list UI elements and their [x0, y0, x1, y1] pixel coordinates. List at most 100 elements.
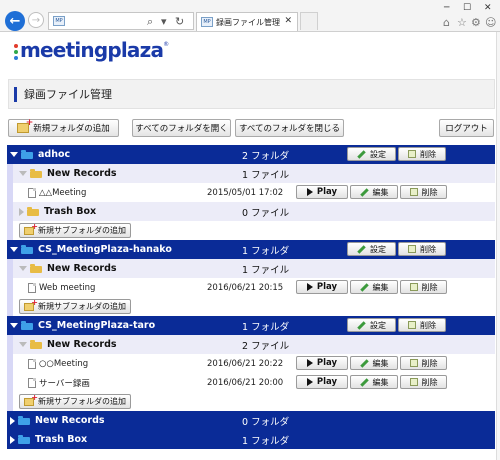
settings-gear-icon[interactable]: ⚙ — [471, 16, 481, 29]
play-button[interactable]: Play — [296, 356, 348, 370]
forward-button[interactable]: → — [28, 12, 44, 28]
subfolder-count: 1 ファイル — [242, 169, 290, 181]
add-subfolder-button[interactable]: 新規サブフォルダの追加 — [19, 393, 131, 409]
new-tab-button[interactable] — [300, 12, 318, 30]
play-icon — [306, 188, 313, 196]
file-icon — [28, 187, 36, 198]
add-subfolder-label: 新規サブフォルダの追加 — [38, 302, 126, 311]
add-subfolder-icon — [24, 393, 38, 406]
folder-delete-button[interactable]: 削除 — [398, 147, 446, 161]
trash-icon — [408, 245, 416, 253]
pencil-icon — [357, 320, 366, 330]
subfolder-toggle-icon[interactable] — [19, 207, 24, 216]
logout-button[interactable]: ログアウト — [439, 119, 494, 137]
edit-button[interactable]: 編集 — [350, 375, 398, 389]
play-button[interactable]: Play — [296, 280, 348, 294]
trash-icon — [409, 283, 418, 291]
folder-row[interactable]: CS_MeetingPlaza-taro 1 フォルダ 設定 削除 — [7, 316, 495, 335]
file-delete-button[interactable]: 削除 — [400, 185, 447, 199]
folder-settings-button[interactable]: 設定 — [347, 318, 396, 332]
collapse-arrow-icon[interactable] — [10, 323, 18, 328]
play-button[interactable]: Play — [296, 185, 348, 199]
play-button[interactable]: Play — [296, 375, 348, 389]
address-bar[interactable]: MP ⌕ ▾ ↻ — [48, 12, 194, 30]
subfolder-name: New Records — [47, 339, 117, 350]
add-subfolder-button[interactable]: 新規サブフォルダの追加 — [19, 298, 131, 314]
subfolder-toggle-icon[interactable] — [19, 342, 27, 347]
file-date: 2016/06/21 20:15 — [207, 282, 284, 293]
add-folder-label: 新規フォルダの追加 — [33, 124, 110, 134]
header-accent-bar — [14, 86, 17, 102]
add-subfolder-button[interactable]: 新規サブフォルダの追加 — [19, 222, 131, 238]
folder-row[interactable]: New Records 0 フォルダ — [7, 411, 495, 430]
add-subfolder-icon — [24, 298, 38, 311]
expand-arrow-icon[interactable] — [10, 435, 15, 444]
subfolder-icon — [27, 207, 39, 216]
file-delete-button-label: 削除 — [421, 282, 438, 292]
file-icon — [28, 377, 36, 388]
refresh-icon[interactable]: ↻ — [175, 15, 184, 28]
edit-button[interactable]: 編集 — [350, 185, 398, 199]
folder-settings-button[interactable]: 設定 — [347, 147, 396, 161]
folder-delete-button[interactable]: 削除 — [398, 242, 446, 256]
play-button-label: Play — [316, 187, 338, 197]
file-row[interactable]: Web meeting 2016/06/21 20:15 Play 編集 削除 — [7, 278, 495, 297]
subfolder-toggle-icon[interactable] — [19, 171, 27, 176]
browser-tab[interactable]: MP 録画ファイル管理 ✕ — [196, 12, 298, 31]
file-delete-button[interactable]: 削除 — [400, 356, 447, 370]
folder-name: Trash Box — [35, 434, 88, 445]
dropdown-icon[interactable]: ▾ — [161, 15, 167, 28]
file-row[interactable]: ○○Meeting 2016/06/21 20:22 Play 編集 削除 — [7, 354, 495, 373]
folder-count: 1 フォルダ — [242, 245, 290, 257]
subfolder-row[interactable]: New Records 2 ファイル — [7, 335, 495, 354]
close-all-folders-button[interactable]: すべてのフォルダを閉じる — [235, 119, 344, 137]
folder-icon — [18, 435, 30, 444]
window-close-icon[interactable]: ✕ — [484, 3, 492, 13]
play-button-label: Play — [316, 358, 338, 368]
subfolder-name: New Records — [47, 263, 117, 274]
tab-close-icon[interactable]: ✕ — [284, 16, 292, 26]
file-delete-button[interactable]: 削除 — [400, 280, 447, 294]
folder-row[interactable]: Trash Box 1 フォルダ — [7, 430, 495, 449]
collapse-arrow-icon[interactable] — [10, 152, 18, 157]
edit-button-label: 編集 — [372, 282, 389, 292]
add-folder-icon — [17, 118, 33, 133]
subfolder-icon — [30, 264, 42, 273]
back-button[interactable]: ← — [5, 11, 25, 31]
feedback-smiley-icon[interactable]: ☺ — [485, 16, 496, 29]
back-arrow-icon: ← — [9, 13, 21, 29]
folder-delete-button[interactable]: 削除 — [398, 318, 446, 332]
favorites-star-icon[interactable]: ☆ — [457, 16, 467, 29]
minimize-icon[interactable]: ─ — [444, 3, 449, 13]
trash-icon — [409, 359, 418, 367]
trash-icon — [409, 378, 418, 386]
collapse-arrow-icon[interactable] — [10, 247, 18, 252]
forward-arrow-icon: → — [31, 14, 41, 26]
add-subfolder-label: 新規サブフォルダの追加 — [38, 226, 126, 235]
edit-button[interactable]: 編集 — [350, 356, 398, 370]
add-folder-button[interactable]: 新規フォルダの追加 — [8, 118, 119, 137]
search-icon[interactable]: ⌕ — [147, 15, 153, 29]
pencil-icon — [357, 244, 366, 254]
subfolder-row[interactable]: New Records 1 ファイル — [7, 164, 495, 183]
folder-icon — [21, 150, 33, 159]
pencil-icon — [359, 187, 369, 197]
home-icon[interactable]: ⌂ — [443, 16, 450, 29]
subfolder-icon — [30, 340, 42, 349]
folder-row[interactable]: adhoc 2 フォルダ 設定 削除 — [7, 145, 495, 164]
subfolder-row[interactable]: Trash Box 0 ファイル — [7, 202, 495, 221]
folder-settings-button[interactable]: 設定 — [347, 242, 396, 256]
file-delete-button[interactable]: 削除 — [400, 375, 447, 389]
file-row[interactable]: サーバー録画 2016/06/21 20:00 Play 編集 削除 — [7, 373, 495, 392]
edit-button[interactable]: 編集 — [350, 280, 398, 294]
file-row[interactable]: △△Meeting 2015/05/01 17:02 Play 編集 削除 — [7, 183, 495, 202]
maximize-icon[interactable]: ☐ — [463, 3, 471, 13]
add-subfolder-label: 新規サブフォルダの追加 — [38, 397, 126, 406]
subfolder-row[interactable]: New Records 1 ファイル — [7, 259, 495, 278]
open-all-folders-button[interactable]: すべてのフォルダを開く — [132, 119, 231, 137]
folder-row[interactable]: CS_MeetingPlaza-hanako 1 フォルダ 設定 削除 — [7, 240, 495, 259]
expand-arrow-icon[interactable] — [10, 416, 15, 425]
folder-settings-button-label: 設定 — [370, 149, 386, 159]
subfolder-toggle-icon[interactable] — [19, 266, 27, 271]
folder-tree: adhoc 2 フォルダ 設定 削除 New Records 1 ファイル △△Meetin… — [7, 145, 495, 450]
